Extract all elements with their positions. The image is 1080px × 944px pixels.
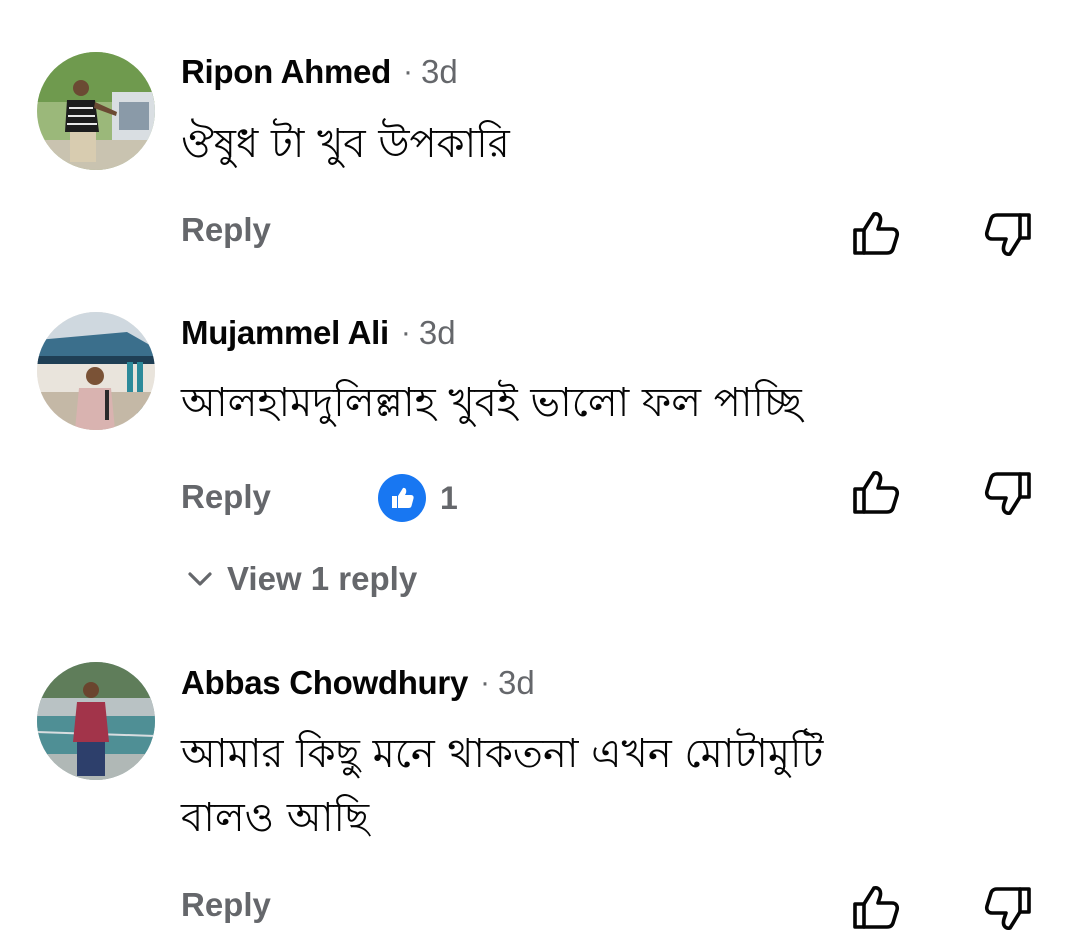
comment-text-line: বালও আছি	[181, 795, 370, 841]
thumbs-down-outline-icon	[984, 887, 1031, 930]
comment-text: আমার কিছু মনে থাকতনা এখন মোটামুটি বালও আ…	[181, 722, 823, 850]
comment-text-line: আমার কিছু মনে থাকতনা এখন মোটামুটি	[181, 731, 824, 777]
separator-dot: ·	[480, 666, 491, 699]
timestamp[interactable]: 3d	[498, 664, 535, 702]
reply-button[interactable]: Reply	[181, 886, 271, 924]
comment-header: Abbas Chowdhury · 3d	[181, 661, 535, 705]
dislike-button[interactable]	[982, 882, 1034, 934]
avatar[interactable]	[37, 662, 155, 780]
comment-item: Abbas Chowdhury · 3d আমার কিছু মনে থাকতন…	[0, 0, 1080, 944]
thumbs-up-outline-icon	[853, 886, 900, 929]
like-button[interactable]	[850, 882, 902, 934]
author-name[interactable]: Abbas Chowdhury	[181, 664, 468, 702]
